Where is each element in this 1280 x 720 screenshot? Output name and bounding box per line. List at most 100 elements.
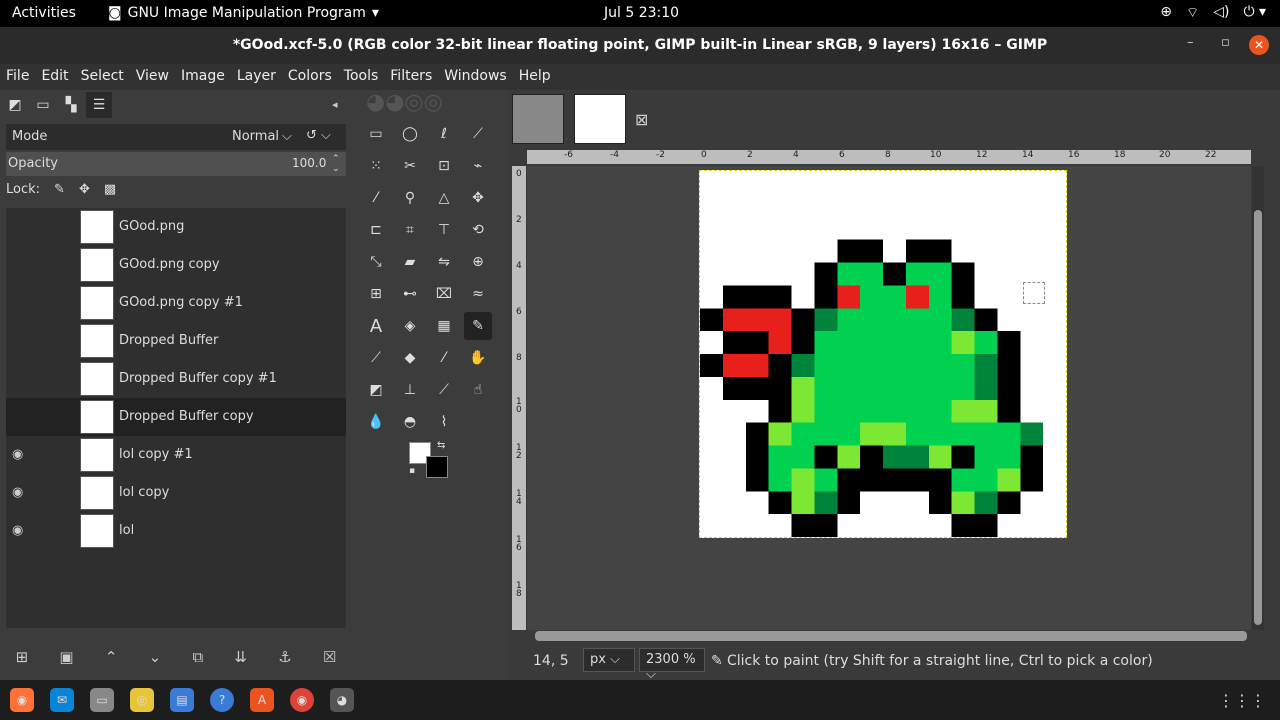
app-menu[interactable]: ◙ GNU Image Manipulation Program ▾	[108, 5, 379, 21]
eye-icon[interactable]: ◉	[12, 485, 23, 500]
foreground-select-icon[interactable]: ⊡	[430, 152, 458, 180]
software-icon[interactable]: A	[250, 688, 274, 712]
rhythmbox-icon[interactable]: ◎	[130, 688, 154, 712]
dock-menu-icon[interactable]: ◂	[332, 98, 338, 111]
bucket-fill-icon[interactable]: ◈	[396, 312, 424, 340]
gimp-icon[interactable]: ◕	[330, 688, 354, 712]
eye-icon[interactable]: ◉	[12, 523, 23, 538]
layer-row[interactable]: ◉ lol	[6, 512, 346, 550]
image-canvas[interactable]	[699, 170, 1067, 538]
canvas-viewport[interactable]	[527, 166, 1251, 630]
menu-image[interactable]: Image	[175, 64, 231, 90]
airbrush-icon[interactable]: ⁄	[430, 344, 458, 372]
minimize-icon[interactable]: –	[1187, 35, 1194, 50]
menu-windows[interactable]: Windows	[438, 64, 513, 90]
color-picker-icon[interactable]: ⁄	[362, 184, 390, 212]
vertical-scrollbar[interactable]	[1252, 166, 1264, 630]
menu-filters[interactable]: Filters	[384, 64, 438, 90]
anchor-icon[interactable]: ⚓	[278, 648, 291, 666]
vertical-scrollbar-thumb[interactable]	[1254, 210, 1262, 625]
measure-icon[interactable]: △	[430, 184, 458, 212]
maximize-icon[interactable]: ▫	[1221, 35, 1230, 50]
text-icon[interactable]: A	[362, 312, 390, 340]
clone-icon[interactable]: ◩	[362, 376, 390, 404]
layer-row[interactable]: GOod.png	[6, 208, 346, 246]
mode-value[interactable]: Normal	[232, 129, 279, 144]
lock-pixels-icon[interactable]: ✎	[54, 182, 65, 197]
zoom-select[interactable]: 2300 % ⌵	[639, 648, 705, 682]
layer-row[interactable]: ◉ lol copy #1	[6, 436, 346, 474]
new-layer-icon[interactable]: ⊞	[16, 648, 29, 666]
vertical-ruler[interactable]: 0 2 4 6 8 1 0 1 2 1 4 1 6 1 8	[512, 166, 526, 630]
paintbrush-icon[interactable]: ⟋	[362, 344, 390, 372]
image-tab-2[interactable]	[574, 94, 626, 144]
crop-icon[interactable]: ⌗	[396, 216, 424, 244]
power-icon[interactable]: ⏻ ▾	[1243, 4, 1266, 22]
chevron-down-icon[interactable]: ⌵	[282, 129, 292, 144]
wifi-icon[interactable]: ⌔	[1186, 4, 1199, 22]
device-status-tab-icon[interactable]: ▭	[30, 92, 56, 118]
rect-select-icon[interactable]: ▭	[362, 120, 390, 148]
layer-row[interactable]: GOod.png copy	[6, 246, 346, 284]
mypaint-brush-icon[interactable]: ⌇	[430, 408, 458, 436]
volume-icon[interactable]: ◁)	[1213, 4, 1229, 22]
layer-row[interactable]: GOod.png copy #1	[6, 284, 346, 322]
duplicate-layer-icon[interactable]: ⧉	[192, 648, 203, 666]
reset-mode-icon[interactable]: ↺ ⌵	[306, 128, 331, 143]
files-icon[interactable]: ▭	[90, 688, 114, 712]
smudge-icon[interactable]: ☝	[464, 376, 492, 404]
scissors-icon[interactable]: ✂	[396, 152, 424, 180]
move-icon[interactable]: ✥	[464, 184, 492, 212]
app-grid-icon[interactable]: ⋮⋮⋮	[1218, 691, 1266, 710]
menu-edit[interactable]: Edit	[35, 64, 74, 90]
layer-name[interactable]: GOod.png	[119, 219, 184, 234]
3d-transform-icon[interactable]: ⊞	[362, 280, 390, 308]
layer-name[interactable]: GOod.png copy	[119, 257, 220, 272]
rotate-icon[interactable]: ⟲	[464, 216, 492, 244]
writer-icon[interactable]: ▤	[170, 688, 194, 712]
layer-row[interactable]: Dropped Buffer copy #1	[6, 360, 346, 398]
layer-name[interactable]: GOod.png copy #1	[119, 295, 243, 310]
select-by-color-icon[interactable]: ⁙	[362, 152, 390, 180]
flip-icon[interactable]: ⇋	[430, 248, 458, 276]
menu-view[interactable]: View	[130, 64, 175, 90]
scale-icon[interactable]: ⤡	[362, 248, 390, 276]
menu-select[interactable]: Select	[75, 64, 130, 90]
layer-name[interactable]: Dropped Buffer copy	[119, 409, 254, 424]
menu-colors[interactable]: Colors	[282, 64, 338, 90]
activities-button[interactable]: Activities	[12, 5, 76, 21]
unified-transform-icon[interactable]: ⊤	[430, 216, 458, 244]
merge-down-icon[interactable]: ⇊	[234, 648, 247, 666]
screenshot-icon[interactable]: ⊕	[1160, 4, 1172, 22]
blur-icon[interactable]: 💧	[362, 408, 390, 436]
swap-colors-icon[interactable]: ⇆	[437, 440, 445, 451]
fuzzy-select-icon[interactable]: ⟋	[464, 120, 492, 148]
lock-alpha-icon[interactable]: ▩	[104, 182, 116, 197]
shear-icon[interactable]: ▰	[396, 248, 424, 276]
paths-icon[interactable]: ⌁	[464, 152, 492, 180]
layer-name[interactable]: Dropped Buffer	[119, 333, 218, 348]
free-select-icon[interactable]: ℓ	[430, 120, 458, 148]
firefox-icon[interactable]: ◉	[10, 688, 34, 712]
undo-tab-icon[interactable]: ▚	[58, 92, 84, 118]
mode-row[interactable]: Mode Normal ⌵ ↺ ⌵	[6, 124, 346, 150]
perspective-icon[interactable]: ⊕	[464, 248, 492, 276]
perspective-clone-icon[interactable]: ⟋	[430, 376, 458, 404]
chrome-icon[interactable]: ◉	[290, 688, 314, 712]
align-icon[interactable]: ⊏	[362, 216, 390, 244]
lock-position-icon[interactable]: ✥	[79, 182, 90, 197]
layers-tab-icon[interactable]: ☰	[86, 92, 112, 118]
tool-options-tab-icon[interactable]: ◩	[2, 92, 28, 118]
gradient-icon[interactable]: ▦	[430, 312, 458, 340]
opacity-value[interactable]: 100.0	[292, 156, 326, 170]
close-tab-icon[interactable]: ⊠	[635, 110, 648, 129]
horizontal-ruler[interactable]: -6 -4 -2 0 2 4 6 8 10 12 14 16 18 20 22	[527, 150, 1251, 164]
layer-row-selected[interactable]: Dropped Buffer copy	[6, 398, 346, 436]
close-icon[interactable]: ✕	[1249, 35, 1269, 55]
warp-icon[interactable]: ≈	[464, 280, 492, 308]
menu-layer[interactable]: Layer	[231, 64, 282, 90]
menu-file[interactable]: File	[0, 64, 35, 90]
raise-layer-icon[interactable]: ⌃	[105, 648, 118, 666]
eye-icon[interactable]: ◉	[12, 447, 23, 462]
dodge-burn-icon[interactable]: ◓	[396, 408, 424, 436]
